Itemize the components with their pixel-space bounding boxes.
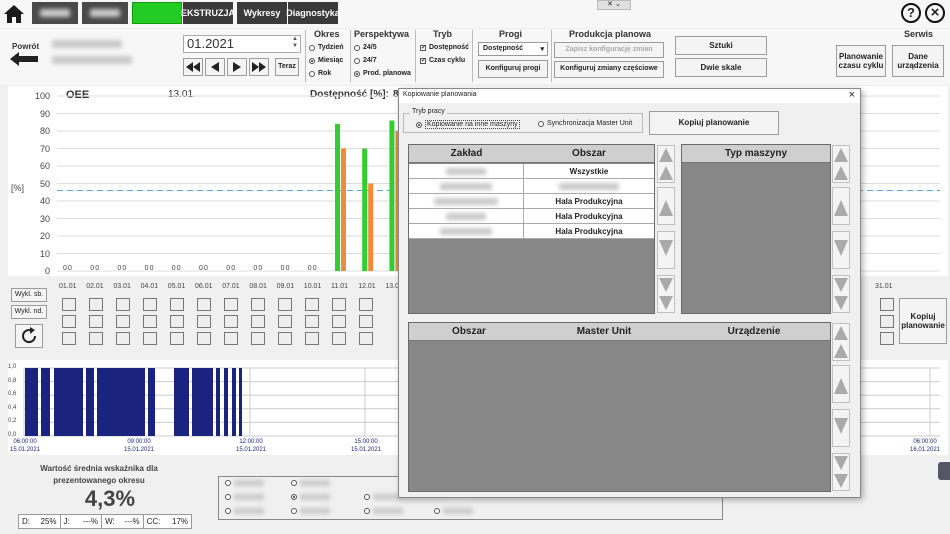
legend-option[interactable]	[291, 508, 330, 514]
summary-value: 4,3%	[84, 486, 136, 511]
zaklad-table-header: Zakład Obszar	[409, 145, 654, 163]
scroll-down-icon[interactable]	[657, 231, 675, 269]
table-row[interactable]: Wszystkie	[409, 164, 654, 179]
radio-icon	[538, 120, 544, 127]
zaklad-cell	[409, 209, 524, 223]
legend-option[interactable]	[225, 508, 264, 514]
summary-caption: Wartość średnia wskaźnika dla prezentowa…	[40, 464, 158, 485]
legend-option[interactable]	[225, 480, 264, 486]
mode-sync-radio[interactable]: Synchronizacja Master Unit	[538, 120, 632, 127]
legend-option[interactable]	[364, 508, 403, 514]
scroll-bottom-icon[interactable]	[832, 453, 850, 491]
timeline-bar[interactable]	[148, 368, 155, 436]
tryb-pracy-title: Tryb pracy	[410, 108, 447, 115]
timeline-bar[interactable]	[97, 368, 145, 436]
stat-j: J: ---%	[61, 515, 103, 528]
scroll-up-icon[interactable]	[832, 187, 850, 225]
timeline-bar[interactable]	[239, 368, 242, 436]
timeline-bar[interactable]	[224, 368, 228, 436]
master-unit-table: Obszar Master Unit Urządzenie	[408, 322, 831, 492]
legend-option[interactable]	[291, 494, 330, 500]
scroll-up-icon[interactable]	[657, 187, 675, 225]
timeline-x-label: 09:00:00 15.01.2021	[123, 439, 155, 453]
radio-selected-icon	[416, 121, 422, 128]
scroll-up-icon[interactable]	[832, 365, 850, 403]
stat-d: D: 25%	[19, 515, 61, 528]
typ-maszyny-table: Typ maszyny	[681, 144, 831, 314]
scroll-top-icon[interactable]	[832, 323, 850, 361]
timeline-bar[interactable]	[232, 368, 236, 436]
table-row[interactable]	[409, 179, 654, 194]
zaklad-scroll-controls	[657, 145, 677, 315]
scroll-top-icon[interactable]	[832, 145, 850, 183]
master-unit-header: Obszar Master Unit Urządzenie	[409, 323, 830, 341]
scroll-bottom-icon[interactable]	[657, 275, 675, 313]
zaklad-cell	[409, 224, 524, 238]
legend-option[interactable]	[291, 480, 330, 486]
scroll-top-icon[interactable]	[657, 145, 675, 183]
table-row[interactable]: Hala Produkcyjna	[409, 209, 654, 224]
scroll-down-icon[interactable]	[832, 409, 850, 447]
legend-option[interactable]	[225, 494, 264, 500]
summary-stats: D: 25% J: ---% W: ---% CC: 17%	[18, 514, 192, 529]
timeline-bar[interactable]	[192, 368, 213, 436]
timeline-bar[interactable]	[25, 368, 38, 436]
dialog-title: Kopiowanie planowania	[403, 91, 477, 98]
timeline-bar[interactable]	[174, 368, 189, 436]
timeline-x-label: 06:00:00 15.01.2021	[9, 439, 41, 453]
table-row[interactable]: Hala Produkcyjna	[409, 224, 654, 239]
copy-planning-dialog: Kopiowanie planowania × Tryb pracy Kopio…	[398, 88, 861, 498]
obszar-cell: Hala Produkcyjna	[555, 196, 623, 206]
timeline-x-label: 12:00:00 15.01.2021	[235, 439, 267, 453]
timeline-bar[interactable]	[216, 368, 220, 436]
obszar-cell: Wszystkie	[569, 166, 609, 176]
zaklad-table: Zakład Obszar Wszystkie Hala Produkcyjna H…	[408, 144, 655, 314]
zaklad-cell	[409, 194, 524, 208]
obszar-cell: Hala Produkcyjna	[555, 211, 623, 221]
obszar-cell	[524, 179, 654, 193]
timeline-x-label: 15:00:00 15.01.2021	[350, 439, 382, 453]
typ-scroll-controls	[832, 145, 852, 315]
mode-copy-radio[interactable]: Kopiowanie na inne maszyny	[416, 120, 520, 129]
timeline-bar[interactable]	[86, 368, 94, 436]
obszar-cell: Hala Produkcyjna	[555, 226, 623, 236]
timeline-bar[interactable]	[41, 368, 50, 436]
legend-option[interactable]	[434, 508, 473, 514]
table-row[interactable]: Hala Produkcyjna	[409, 194, 654, 209]
typ-maszyny-header: Typ maszyny	[682, 145, 830, 163]
dialog-close-icon[interactable]: ×	[849, 89, 855, 101]
stat-w: W: ---%	[102, 515, 144, 528]
dialog-copy-button[interactable]: Kopiuj planowanie	[649, 111, 779, 135]
zaklad-cell	[409, 179, 524, 193]
timeline-x-label: 06:00:00 16.01.2021	[909, 439, 941, 453]
scroll-bottom-icon[interactable]	[832, 275, 850, 313]
stat-cc: CC: 17%	[146, 517, 189, 526]
tryb-pracy-group: Tryb pracy Kopiowanie na inne maszyny Sy…	[403, 108, 643, 133]
side-tab-handle[interactable]	[938, 462, 950, 480]
zaklad-cell	[409, 164, 524, 178]
master-scroll-controls	[832, 323, 852, 493]
scroll-down-icon[interactable]	[832, 231, 850, 269]
dialog-titlebar: Kopiowanie planowania ×	[399, 89, 860, 103]
timeline-bar[interactable]	[54, 368, 83, 436]
